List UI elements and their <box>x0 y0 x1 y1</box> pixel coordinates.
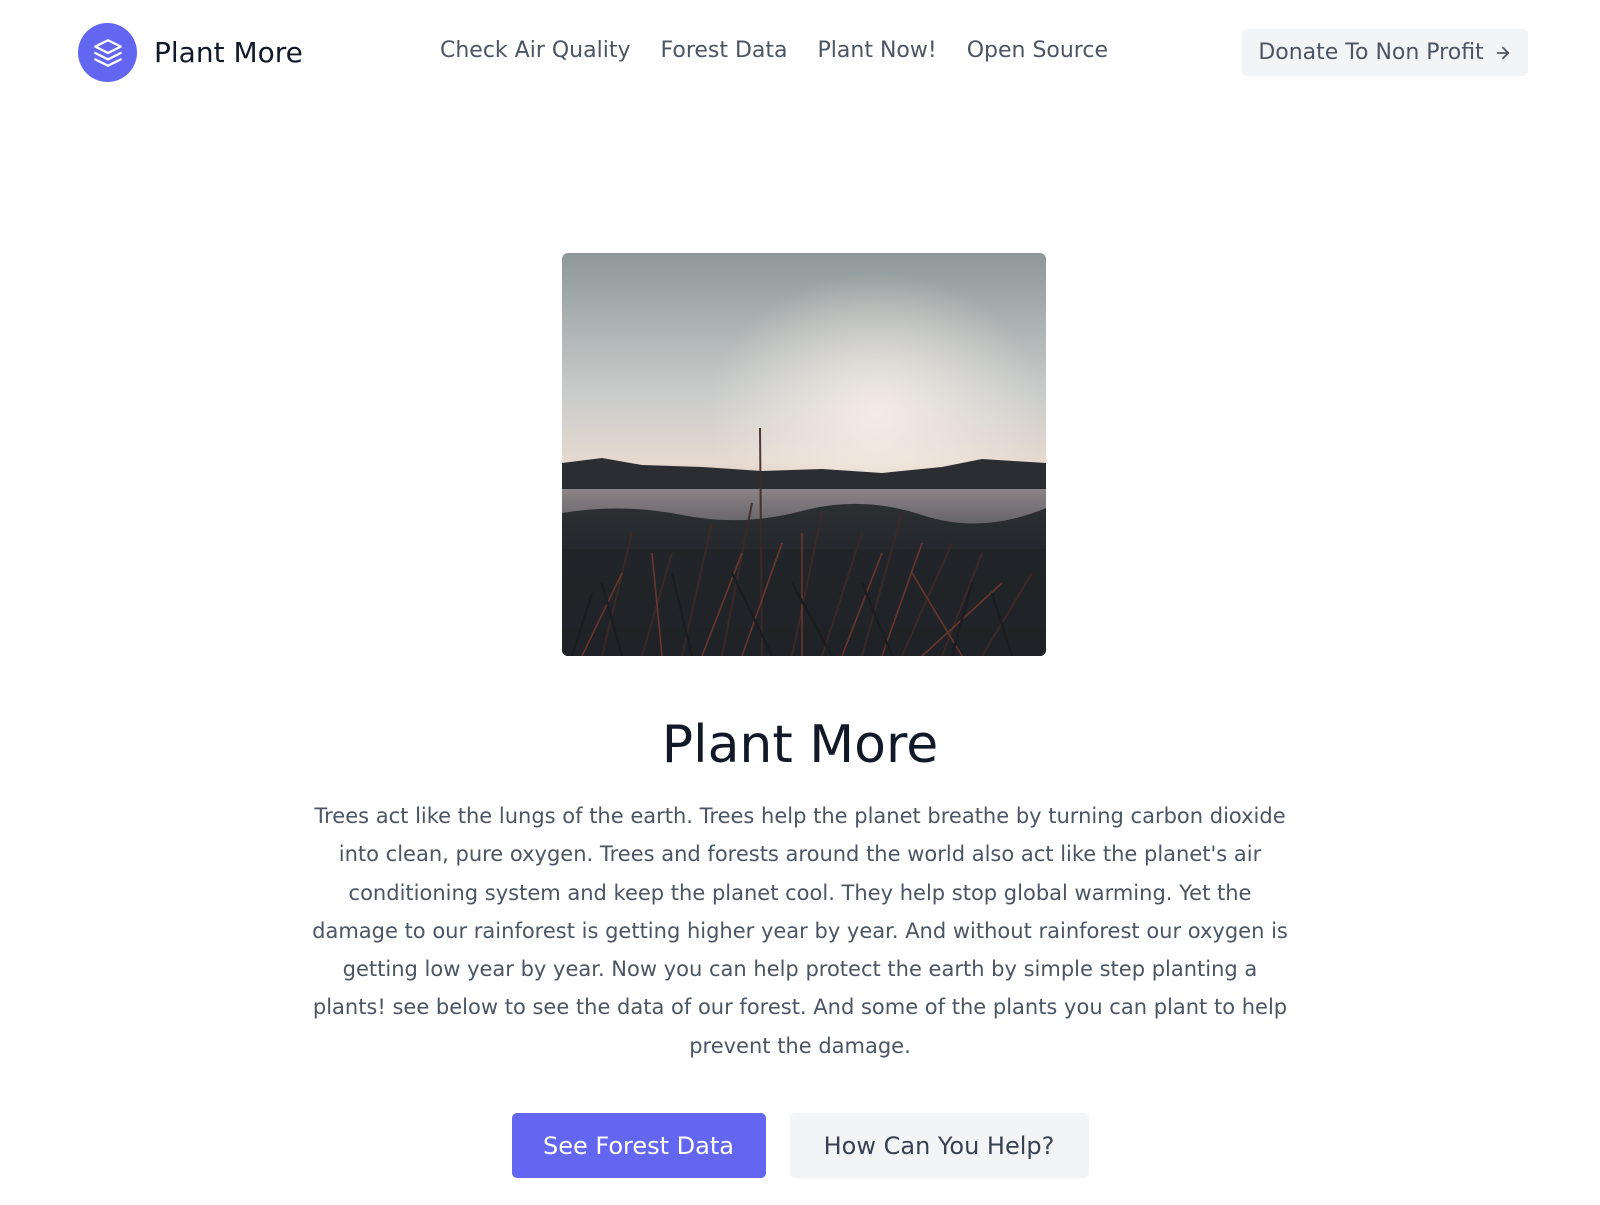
nav-link-forest-data[interactable]: Forest Data <box>660 38 787 63</box>
arrow-right-icon <box>1494 44 1512 62</box>
site-header: Plant More Check Air Quality Forest Data… <box>0 0 1600 110</box>
nav-link-plant-now[interactable]: Plant Now! <box>818 38 937 63</box>
hero-title: Plant More <box>661 715 939 775</box>
brand-link[interactable]: Plant More <box>78 23 303 82</box>
donate-button-label: Donate To Non Profit <box>1258 40 1484 65</box>
see-forest-data-button[interactable]: See Forest Data <box>511 1113 766 1178</box>
donate-button[interactable]: Donate To Non Profit <box>1242 29 1528 76</box>
nav-link-check-air-quality[interactable]: Check Air Quality <box>440 38 630 63</box>
nav-link-open-source[interactable]: Open Source <box>967 38 1108 63</box>
how-can-you-help-button[interactable]: How Can You Help? <box>789 1113 1089 1178</box>
hero-description: Trees act like the lungs of the earth. T… <box>312 804 1288 1058</box>
stack-layers-icon <box>78 23 137 82</box>
cta-buttons: See Forest Data How Can You Help? <box>0 1113 1600 1178</box>
brand-name: Plant More <box>154 36 303 69</box>
main-nav: Check Air Quality Forest Data Plant Now!… <box>440 38 1138 63</box>
hero-image <box>562 253 1046 656</box>
